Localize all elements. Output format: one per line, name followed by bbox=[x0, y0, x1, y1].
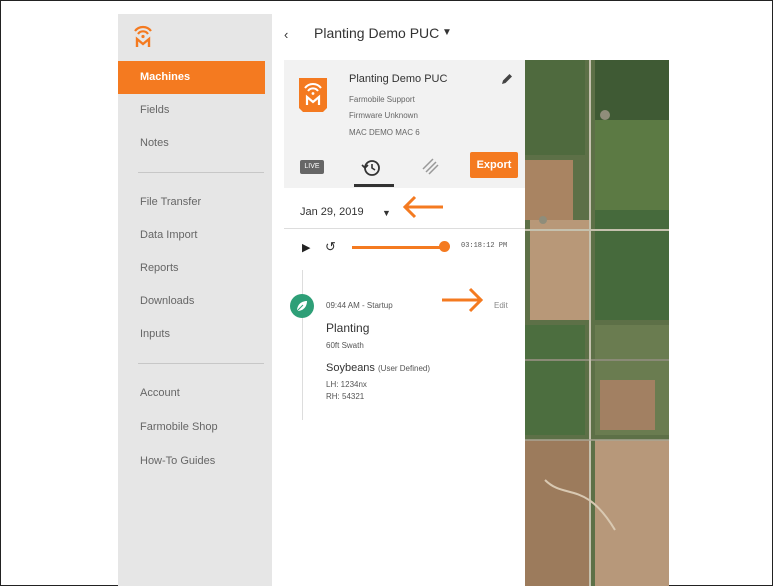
crop-name: Soybeans bbox=[326, 362, 375, 374]
export-button[interactable]: Export bbox=[470, 152, 518, 178]
play-icon[interactable]: ▶ bbox=[302, 241, 310, 254]
satellite-map[interactable] bbox=[525, 60, 669, 586]
pencil-icon[interactable] bbox=[500, 72, 514, 86]
event-time: 09:44 AM - Startup bbox=[326, 301, 393, 310]
event-crop: Soybeans (User Defined) bbox=[326, 362, 430, 374]
sidebar-item-reports[interactable]: Reports bbox=[118, 252, 272, 285]
hatch-icon[interactable] bbox=[421, 157, 439, 175]
machine-logo bbox=[299, 78, 327, 112]
event-rh: RH: 54321 bbox=[326, 392, 365, 401]
tab-live[interactable]: LIVE bbox=[300, 160, 324, 174]
sidebar-item-account[interactable]: Account bbox=[118, 377, 272, 410]
caret-down-icon[interactable]: ▼ bbox=[442, 27, 452, 38]
machine-header: Planting Demo PUC Farmobile Support Firm… bbox=[284, 60, 525, 188]
machine-panel: Planting Demo PUC Farmobile Support Firm… bbox=[284, 60, 525, 586]
sidebar-item-how-to-guides[interactable]: How-To Guides bbox=[118, 445, 272, 478]
machine-firmware: Firmware Unknown bbox=[349, 111, 418, 120]
machine-owner: Farmobile Support bbox=[349, 95, 415, 104]
map-imagery[interactable] bbox=[525, 60, 669, 586]
top-bar: ‹ Planting Demo PUC ▼ bbox=[272, 14, 669, 58]
replay-icon[interactable]: ↺ bbox=[325, 239, 336, 255]
leaf-icon bbox=[290, 294, 314, 318]
slider-handle[interactable] bbox=[439, 241, 450, 252]
timeline-line bbox=[302, 270, 303, 420]
machine-title[interactable]: Planting Demo PUC bbox=[314, 25, 439, 41]
sidebar-item-data-import[interactable]: Data Import bbox=[118, 219, 272, 252]
sidebar-item-downloads[interactable]: Downloads bbox=[118, 285, 272, 318]
playback-slider[interactable] bbox=[352, 246, 446, 249]
history-icon[interactable] bbox=[356, 154, 386, 182]
sidebar-divider bbox=[138, 172, 264, 173]
chevron-left-icon[interactable]: ‹ bbox=[284, 27, 288, 42]
machine-mac: MAC DEMO MAC 6 bbox=[349, 128, 420, 137]
edit-link[interactable]: Edit bbox=[494, 301, 508, 310]
app-window: Machines Fields Notes File Transfer Data… bbox=[118, 14, 669, 586]
sidebar-item-file-transfer[interactable]: File Transfer bbox=[118, 186, 272, 219]
sidebar-item-inputs[interactable]: Inputs bbox=[118, 318, 272, 351]
sidebar-divider bbox=[138, 363, 264, 364]
date-divider bbox=[284, 228, 525, 229]
sidebar-item-fields[interactable]: Fields bbox=[118, 94, 272, 127]
playback-time: 03:18:12 PM bbox=[461, 242, 508, 250]
caret-down-icon[interactable]: ▼ bbox=[382, 208, 391, 218]
crop-note: (User Defined) bbox=[378, 364, 431, 373]
event-lh: LH: 1234nx bbox=[326, 380, 367, 389]
active-tab-indicator bbox=[354, 184, 394, 187]
sidebar-item-farmobile-shop[interactable]: Farmobile Shop bbox=[118, 411, 272, 444]
event-title: Planting bbox=[326, 321, 370, 335]
annotation-arrow-left-icon bbox=[402, 195, 443, 219]
date-select[interactable]: Jan 29, 2019 bbox=[300, 206, 364, 218]
machine-name: Planting Demo PUC bbox=[349, 73, 448, 85]
sidebar-item-machines[interactable]: Machines bbox=[118, 61, 265, 94]
annotation-arrow-right-icon bbox=[442, 287, 484, 313]
event-swath: 60ft Swath bbox=[326, 341, 364, 350]
farmobile-logo[interactable] bbox=[132, 22, 154, 48]
sidebar: Machines Fields Notes File Transfer Data… bbox=[118, 14, 272, 586]
sidebar-item-notes[interactable]: Notes bbox=[118, 127, 272, 160]
